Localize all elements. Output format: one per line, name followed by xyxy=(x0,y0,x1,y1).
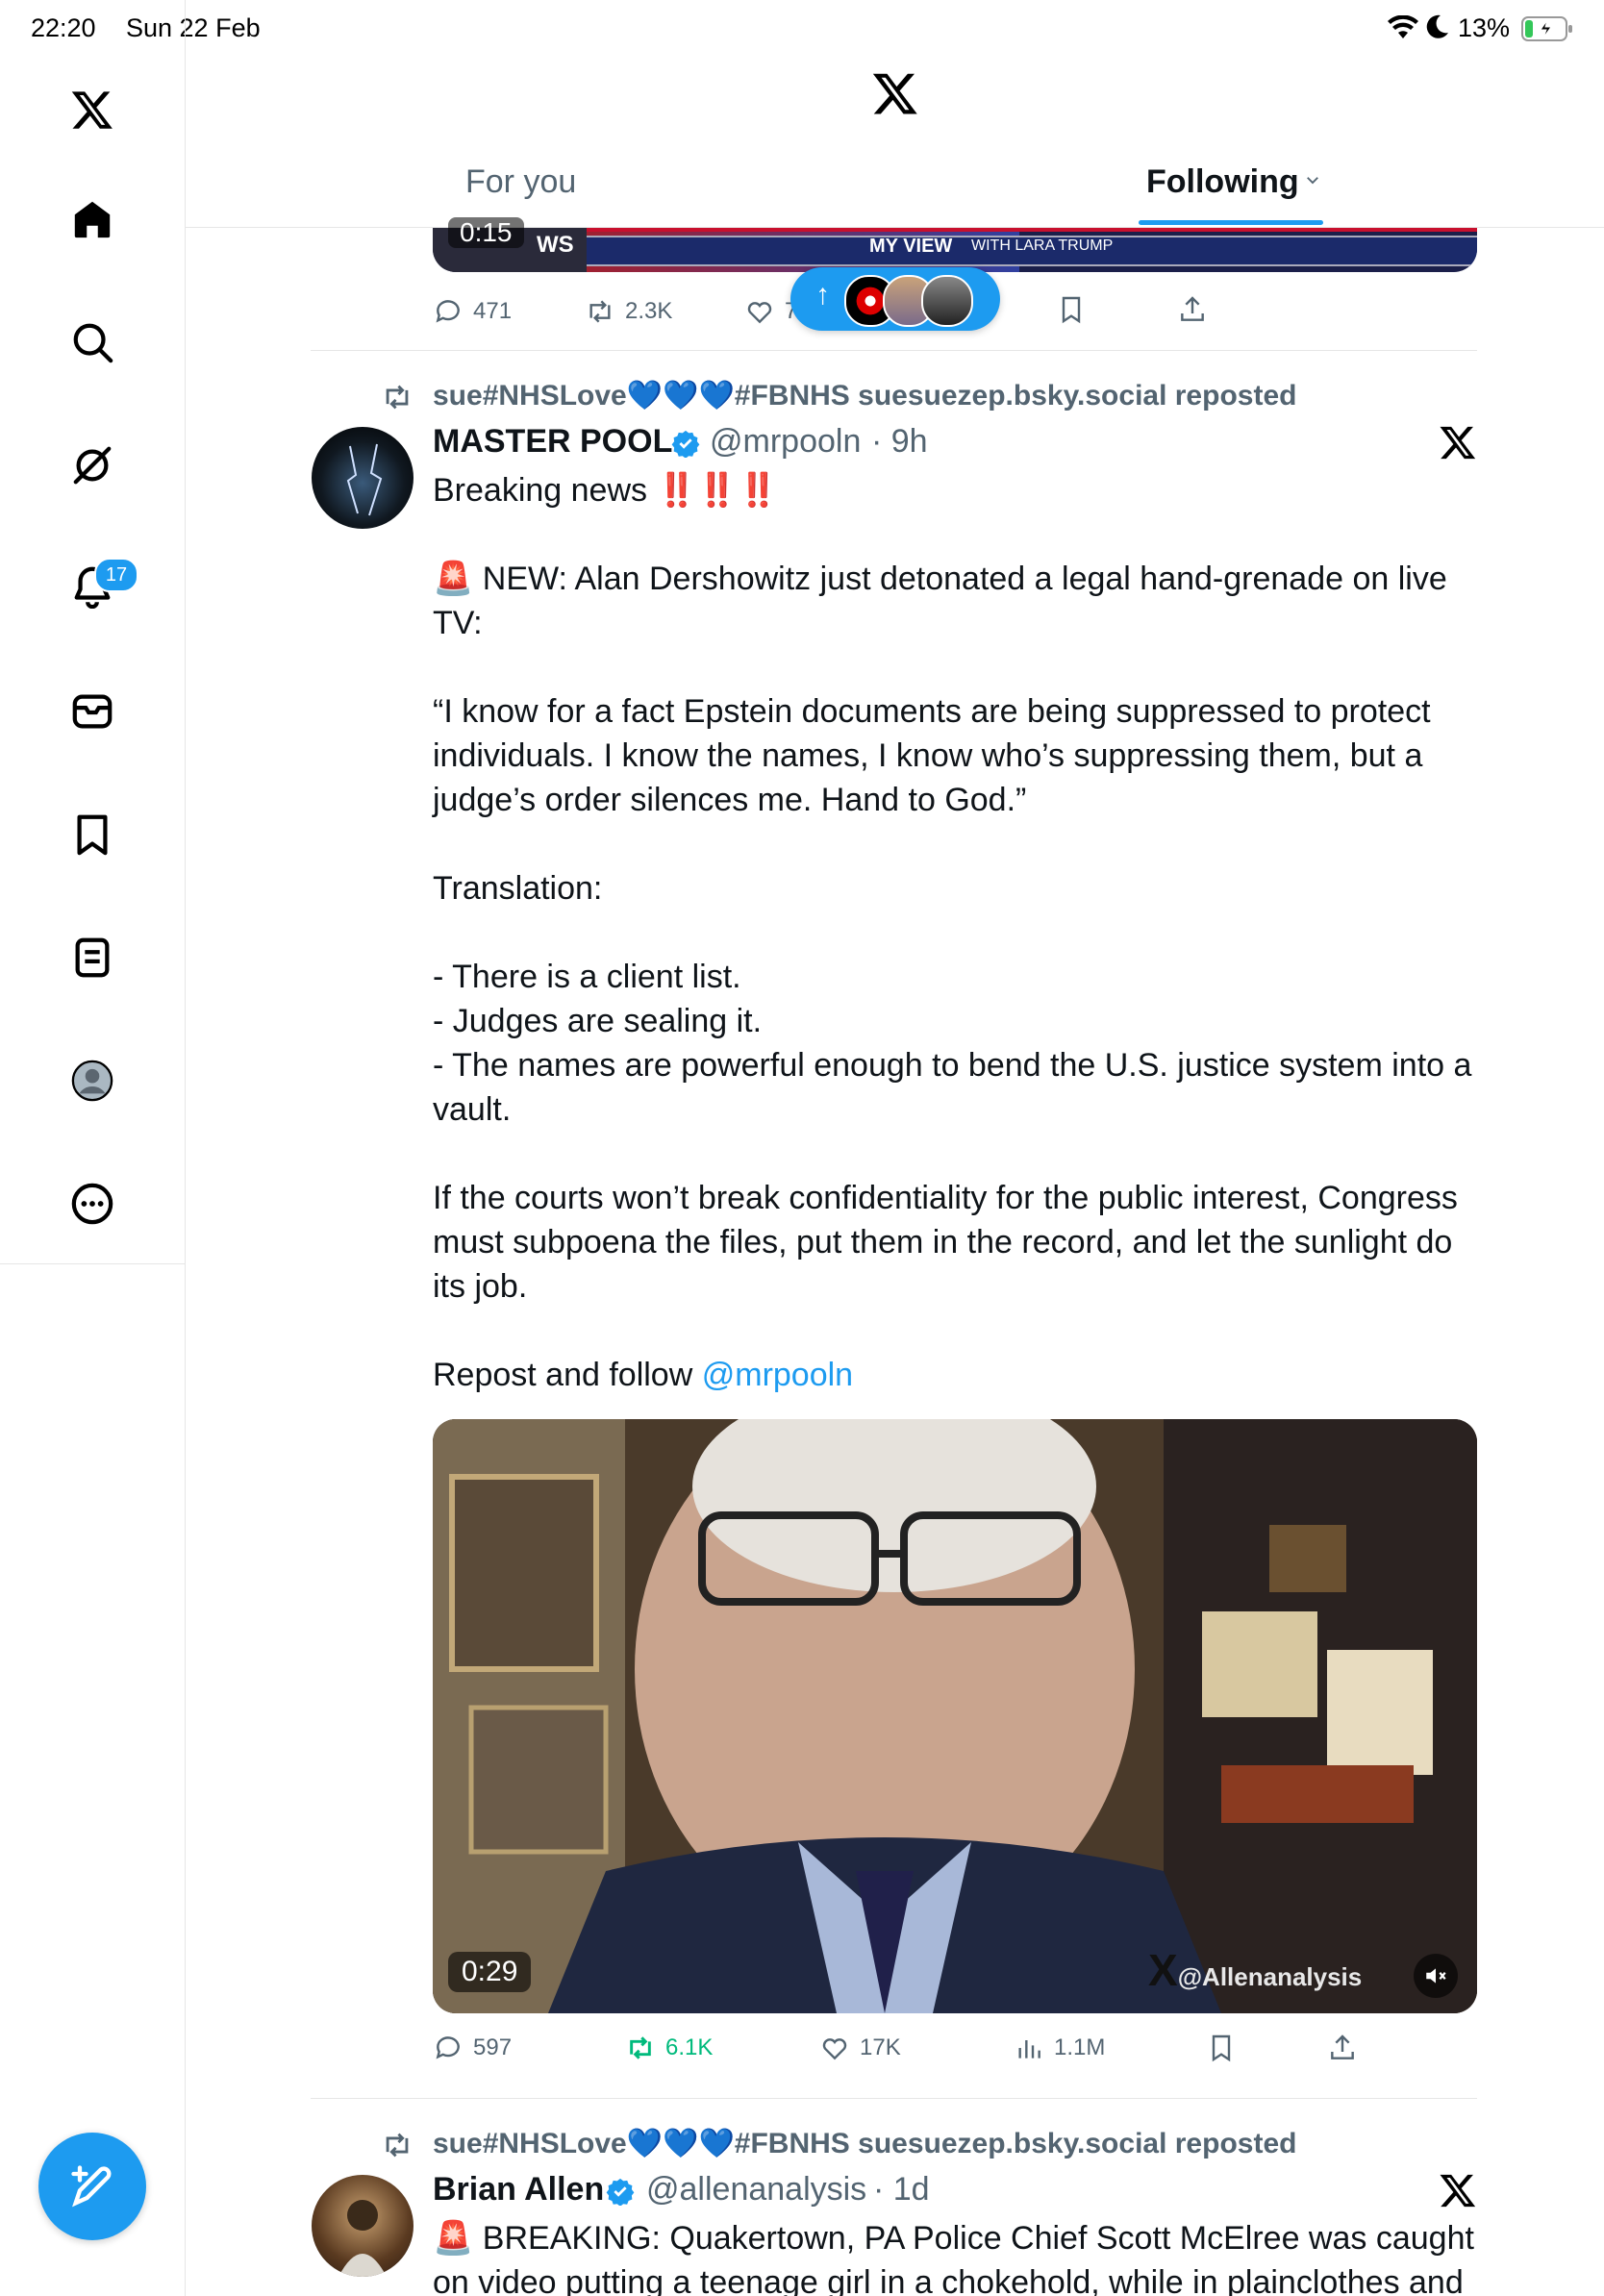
top-reply-button[interactable]: 471 xyxy=(433,296,512,327)
reply-icon xyxy=(436,300,460,323)
mute-button[interactable] xyxy=(1414,1954,1458,1998)
tweet1-share-button[interactable] xyxy=(1327,2033,1358,2063)
views-icon xyxy=(1018,2040,1040,2059)
sidebar: 17 xyxy=(0,0,186,2296)
tweet-divider xyxy=(311,2098,1477,2099)
top-repost-count: 2.3K xyxy=(625,298,673,324)
repost-indicator-icon xyxy=(381,381,414,418)
tweet1-view-count: 1.1M xyxy=(1054,2034,1106,2060)
tweet1-text: Breaking news ‼️‼️‼️ 🚨 NEW: Alan Dershow… xyxy=(433,472,1472,1393)
share-icon xyxy=(1331,2034,1354,2059)
tweet1-avatar[interactable] xyxy=(312,427,414,529)
battery-percent: 13% xyxy=(1458,13,1511,42)
tweet2-display-name[interactable]: Brian Allen xyxy=(433,2171,604,2209)
tweet1-display-name[interactable]: MASTER POOL xyxy=(433,423,672,461)
tweet1-like-count: 17K xyxy=(860,2034,901,2060)
tweet1-like-button[interactable]: 17K xyxy=(819,2033,901,2063)
top-repost-button[interactable]: 2.3K xyxy=(585,296,672,327)
tweet1-video[interactable] xyxy=(433,1419,1477,2013)
tab-active-indicator xyxy=(1139,220,1323,225)
notifications-badge: 17 xyxy=(94,558,138,592)
bookmark-icon xyxy=(1062,296,1081,324)
new-posts-pill[interactable]: ↑ xyxy=(790,267,1000,331)
tweet2-avatar[interactable] xyxy=(312,2175,414,2277)
top-banner-left: WS xyxy=(537,232,574,258)
tweet2-body: 🚨 BREAKING: Quakertown, PA Police Chief … xyxy=(433,2220,1474,2296)
tweet2-reposted-by[interactable]: sue#NHSLove💙💙💙#FBNHS suesuezep.bsky.soci… xyxy=(433,2127,1296,2160)
watermark-x-icon: X xyxy=(1148,1945,1178,1995)
home-icon[interactable] xyxy=(63,190,121,248)
video-frame xyxy=(433,1419,1477,2013)
tweet2-handle[interactable]: @allenanalysis xyxy=(646,2171,866,2209)
tweet2-x-source-icon[interactable] xyxy=(1439,2171,1477,2214)
tweet1-repost-button[interactable]: 6.1K xyxy=(625,2033,713,2063)
repost-icon xyxy=(630,2036,651,2059)
tweet1-bookmark-button[interactable] xyxy=(1206,2033,1237,2063)
profile-icon[interactable] xyxy=(63,1052,121,1110)
x-logo-icon[interactable] xyxy=(63,81,121,138)
tweet1-views-button[interactable]: 1.1M xyxy=(1014,2033,1105,2063)
tweet1-repost-count: 6.1K xyxy=(665,2034,714,2060)
repost-indicator-icon xyxy=(381,2129,414,2166)
verified-badge-icon xyxy=(671,429,700,462)
sidebar-divider xyxy=(0,1263,185,1264)
tweet1-mention[interactable]: @mrpooln xyxy=(702,1357,853,1393)
chevron-down-icon[interactable] xyxy=(1304,171,1321,193)
new-posts-arrow-icon: ↑ xyxy=(815,279,830,311)
tweet1-reply-button[interactable]: 597 xyxy=(433,2033,512,2063)
more-icon[interactable] xyxy=(63,1175,121,1233)
tweet1-time[interactable]: · 9h xyxy=(871,423,928,461)
tweet1-handle[interactable]: @mrpooln xyxy=(710,423,861,461)
top-bookmark-button[interactable] xyxy=(1056,294,1087,325)
top-like-button[interactable]: 7 xyxy=(744,296,797,327)
top-banner-text: MY VIEW xyxy=(869,236,953,257)
tweet1-reposted-by[interactable]: sue#NHSLove💙💙💙#FBNHS suesuezep.bsky.soci… xyxy=(433,379,1296,412)
lists-icon[interactable] xyxy=(63,929,121,986)
tweet1-reply-count: 597 xyxy=(473,2034,513,2060)
compose-feather-icon xyxy=(71,2165,112,2208)
tweet1-video-duration: 0:29 xyxy=(448,1952,532,1992)
tweet1-body: Breaking news ‼️‼️‼️ 🚨 NEW: Alan Dershow… xyxy=(433,468,1481,1397)
video-watermark: X@Allenanalysis xyxy=(1148,1944,1362,1996)
top-video-duration: 0:15 xyxy=(448,217,524,248)
reply-icon xyxy=(436,2036,460,2059)
grok-icon[interactable] xyxy=(63,437,121,494)
search-icon[interactable] xyxy=(63,313,121,371)
watermark-text: @Allenanalysis xyxy=(1177,1962,1363,1991)
bookmarks-icon[interactable] xyxy=(63,806,121,863)
messages-icon[interactable] xyxy=(63,683,121,740)
top-tweet-video[interactable]: WS MY VIEW WITH LARA TRUMP xyxy=(433,228,1477,272)
tab-for-you[interactable]: For you xyxy=(465,163,576,201)
tab-following[interactable]: Following xyxy=(1146,163,1299,201)
like-icon xyxy=(747,302,772,324)
header-x-logo[interactable] xyxy=(871,69,919,122)
top-banner-sub: WITH LARA TRUMP xyxy=(971,237,1114,254)
tweet2-time[interactable]: · 1d xyxy=(873,2171,930,2209)
like-icon xyxy=(822,2038,847,2060)
new-post-avatar xyxy=(921,275,973,327)
wifi-icon xyxy=(1387,14,1419,45)
tweet-divider xyxy=(311,350,1477,351)
verified-badge-icon xyxy=(606,2177,635,2210)
compose-button[interactable] xyxy=(38,2133,146,2240)
bookmark-icon xyxy=(1212,2034,1231,2062)
top-reply-count: 471 xyxy=(473,298,513,324)
focus-moon-icon xyxy=(1425,13,1450,45)
tweet1-x-source-icon[interactable] xyxy=(1439,423,1477,466)
battery-icon xyxy=(1521,15,1575,47)
muted-speaker-icon xyxy=(1426,1968,1446,1984)
repost-icon xyxy=(589,300,611,323)
top-share-button[interactable] xyxy=(1177,294,1208,325)
share-icon xyxy=(1181,296,1204,321)
